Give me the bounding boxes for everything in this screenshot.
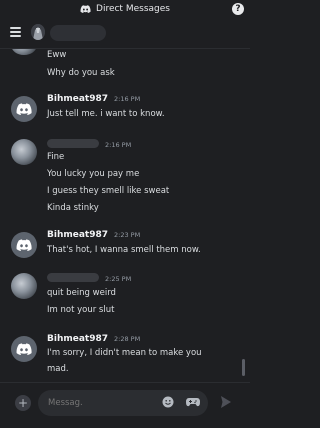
timestamp: 2:16 PM [105, 141, 132, 149]
message-header: Bihmeat987 2:16 PM [47, 94, 140, 106]
timestamp: 2:28 PM [114, 335, 141, 343]
avatar[interactable] [11, 139, 37, 165]
message-line: That's hot, I wanna smell them now. [47, 245, 201, 255]
message-header: Bihmeat987 2:23 PM [47, 230, 140, 242]
message-line: Why do you ask [47, 68, 115, 78]
plus-icon[interactable]: + [15, 395, 31, 411]
scrollbar[interactable] [242, 359, 245, 376]
message-line: You lucky you pay me [47, 169, 140, 179]
message-line: I'm sorry, I didn't mean to make you [47, 348, 202, 358]
avatar[interactable] [11, 273, 37, 299]
author-name[interactable]: Bihmeat987 [47, 94, 108, 104]
send-icon[interactable] [220, 395, 232, 409]
hamburger-icon[interactable] [10, 27, 21, 37]
recipient-name-redacted [50, 25, 106, 41]
emoji-icon[interactable] [162, 396, 174, 408]
message-header: 2:25 PM [47, 272, 131, 284]
author-name-redacted [47, 139, 99, 148]
channel-header [0, 18, 250, 49]
message-composer: + [0, 382, 250, 428]
author-name[interactable]: Bihmeat987 [47, 230, 108, 240]
message-line: Eww [47, 50, 67, 60]
gamepad-icon[interactable] [186, 397, 200, 407]
avatar-photo-icon [31, 24, 45, 40]
discord-default-avatar-icon[interactable] [11, 336, 37, 362]
message-header: 2:16 PM [47, 138, 131, 150]
author-name-redacted [47, 273, 99, 282]
timestamp: 2:23 PM [114, 231, 141, 239]
discord-default-avatar-icon[interactable] [11, 96, 37, 122]
message-line: mad. [47, 364, 69, 374]
message-line: Im not your slut [47, 305, 115, 315]
help-icon[interactable]: ? [232, 3, 244, 15]
message-line: I guess they smell like sweat [47, 186, 170, 196]
author-name[interactable]: Bihmeat987 [47, 334, 108, 344]
discord-default-avatar-icon[interactable] [11, 232, 37, 258]
discord-logo-icon [16, 239, 32, 251]
timestamp: 2:16 PM [114, 95, 141, 103]
header-avatar[interactable] [31, 24, 45, 40]
message-feed: Eww Why do you ask Bihmeat987 2:16 PM Ju… [0, 49, 250, 381]
message-line: Kinda stinky [47, 203, 99, 213]
top-bar-title: Direct Messages [80, 4, 170, 14]
avatar[interactable] [11, 49, 37, 55]
message-input[interactable] [38, 390, 208, 416]
timestamp: 2:25 PM [105, 275, 132, 283]
discord-logo-icon [16, 103, 32, 115]
discord-logo-icon [16, 343, 32, 355]
top-bar-title-text: Direct Messages [96, 4, 170, 14]
top-bar: Direct Messages ? [0, 0, 250, 18]
message-line: quit being weird [47, 288, 116, 298]
message-header: Bihmeat987 2:28 PM [47, 334, 140, 346]
discord-logo-icon [80, 5, 91, 13]
message-line: Fine [47, 152, 65, 162]
message-line: Just tell me. i want to know. [47, 109, 165, 119]
